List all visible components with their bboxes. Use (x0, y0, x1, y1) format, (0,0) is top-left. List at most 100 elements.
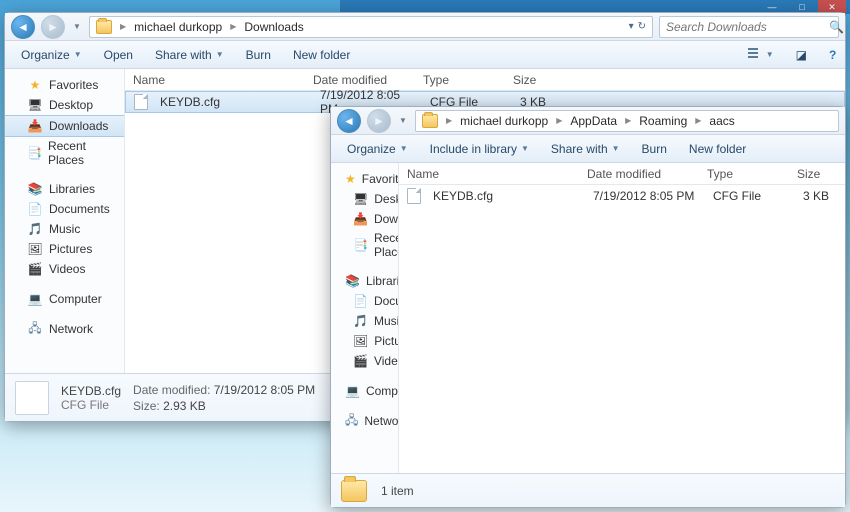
new-folder-button[interactable]: New folder (283, 44, 360, 66)
col-type[interactable]: Type (699, 163, 789, 184)
back-button[interactable]: ◄ (11, 15, 35, 39)
nav-desktop[interactable]: 🖥Desktop (5, 95, 124, 115)
music-icon: 🎵 (27, 221, 43, 237)
col-type[interactable]: Type (415, 69, 505, 90)
chevron-right-icon[interactable]: ▶ (693, 116, 703, 125)
nav-libraries[interactable]: 📚Libraries (331, 271, 398, 291)
pictures-icon: 🖼 (27, 241, 43, 257)
file-row[interactable]: KEYDB.cfg 7/19/2012 8:05 PM CFG File 3 K… (399, 185, 845, 207)
breadcrumb-segment[interactable]: michael durkopp (134, 20, 222, 34)
chevron-right-icon[interactable]: ▶ (444, 116, 454, 125)
pictures-icon: 🖼 (353, 333, 368, 349)
recent-icon: 📑 (353, 237, 368, 253)
new-folder-button[interactable]: New folder (679, 138, 756, 160)
refresh-icon[interactable]: ↻ (638, 21, 646, 32)
file-type: CFG File (705, 189, 795, 203)
nav-network[interactable]: 🖧Network (331, 411, 398, 431)
address-bar[interactable]: ▶ michael durkopp ▶ Downloads ▾ ↻ (89, 16, 653, 38)
computer-icon: 💻 (27, 291, 43, 307)
toolbar: Organize▼ Include in library▼ Share with… (331, 135, 845, 163)
col-date[interactable]: Date modified (579, 163, 699, 184)
preview-pane-button[interactable]: ◪ (786, 44, 817, 66)
burn-button[interactable]: Burn (632, 138, 677, 160)
nav-libraries[interactable]: 📚Libraries (5, 179, 124, 199)
nav-documents[interactable]: 📄Documents (331, 291, 398, 311)
nav-computer[interactable]: 💻Computer (5, 289, 124, 309)
file-date: 7/19/2012 8:05 PM (585, 189, 705, 203)
nav-videos[interactable]: 🎬Videos (331, 351, 398, 371)
forward-button[interactable]: ► (41, 15, 65, 39)
nav-music[interactable]: 🎵Music (331, 311, 398, 331)
nav-downloads[interactable]: 📥Downloads (5, 115, 124, 137)
history-dropdown-icon[interactable]: ▼ (397, 116, 409, 125)
column-headers[interactable]: Name Date modified Type Size (125, 69, 845, 91)
nav-desktop[interactable]: 🖥Desktop (331, 189, 398, 209)
share-with-button[interactable]: Share with▼ (145, 44, 234, 66)
details-type: CFG File (61, 398, 121, 412)
history-dropdown-icon[interactable]: ▼ (71, 22, 83, 31)
navigation-pane: ★Favorites 🖥Desktop 📥Downloads 📑Recent P… (5, 69, 125, 373)
organize-button[interactable]: Organize▼ (337, 138, 418, 160)
videos-icon: 🎬 (27, 261, 43, 277)
search-input[interactable] (666, 20, 823, 34)
breadcrumb-segment[interactable]: Downloads (244, 20, 303, 34)
breadcrumb-segment[interactable]: Roaming (639, 114, 687, 128)
address-bar[interactable]: ▶ michael durkopp ▶ AppData ▶ Roaming ▶ … (415, 110, 839, 132)
nav-videos[interactable]: 🎬Videos (5, 259, 124, 279)
nav-pictures[interactable]: 🖼Pictures (331, 331, 398, 351)
downloads-icon: 📥 (27, 118, 43, 134)
col-name[interactable]: Name (399, 163, 579, 184)
videos-icon: 🎬 (353, 353, 368, 369)
include-in-library-button[interactable]: Include in library▼ (420, 138, 539, 160)
documents-icon: 📄 (353, 293, 368, 309)
recent-icon: 📑 (27, 145, 42, 161)
burn-button[interactable]: Burn (236, 44, 281, 66)
organize-button[interactable]: Organize▼ (11, 44, 92, 66)
nav-computer[interactable]: 💻Computer (331, 381, 398, 401)
col-size[interactable]: Size (789, 163, 839, 184)
downloads-icon: 📥 (353, 211, 368, 227)
col-name[interactable]: Name (125, 69, 305, 90)
nav-network[interactable]: 🖧Network (5, 319, 124, 339)
col-size[interactable]: Size (505, 69, 565, 90)
view-options-button[interactable]: ▼ (734, 44, 784, 66)
breadcrumb-segment[interactable]: michael durkopp (460, 114, 548, 128)
toolbar: Organize▼ Open Share with▼ Burn New fold… (5, 41, 845, 69)
column-headers[interactable]: Name Date modified Type Size (399, 163, 845, 185)
breadcrumb-segment[interactable]: aacs (709, 114, 734, 128)
chevron-right-icon[interactable]: ▶ (623, 116, 633, 125)
file-name: KEYDB.cfg (425, 189, 585, 203)
help-button[interactable]: ? (819, 44, 839, 66)
chevron-right-icon[interactable]: ▶ (554, 116, 564, 125)
nav-recent-places[interactable]: 📑Recent Places (331, 229, 398, 261)
documents-icon: 📄 (27, 201, 43, 217)
network-icon: 🖧 (27, 321, 43, 337)
chevron-right-icon[interactable]: ▶ (228, 22, 238, 31)
address-bar-row: ◄ ► ▼ ▶ michael durkopp ▶ AppData ▶ Roam… (331, 107, 845, 135)
nav-documents[interactable]: 📄Documents (5, 199, 124, 219)
dropdown-icon[interactable]: ▾ (629, 21, 634, 32)
nav-pictures[interactable]: 🖼Pictures (5, 239, 124, 259)
nav-favorites[interactable]: ★Favorites (331, 169, 398, 189)
desktop-icon: 🖥 (27, 97, 43, 113)
nav-favorites[interactable]: ★Favorites (5, 75, 124, 95)
forward-button[interactable]: ► (367, 109, 391, 133)
share-with-button[interactable]: Share with▼ (541, 138, 630, 160)
folder-icon (341, 480, 367, 502)
breadcrumb-segment[interactable]: AppData (570, 114, 617, 128)
search-box[interactable]: 🔍 (659, 16, 839, 38)
music-icon: 🎵 (353, 313, 368, 329)
col-date[interactable]: Date modified (305, 69, 415, 90)
address-bar-row: ◄ ► ▼ ▶ michael durkopp ▶ Downloads ▾ ↻ … (5, 13, 845, 41)
folder-icon (422, 114, 438, 128)
nav-recent-places[interactable]: 📑Recent Places (5, 137, 124, 169)
open-button[interactable]: Open (94, 44, 143, 66)
file-name: KEYDB.cfg (152, 95, 312, 109)
chevron-right-icon[interactable]: ▶ (118, 22, 128, 31)
libraries-icon: 📚 (27, 181, 43, 197)
nav-music[interactable]: 🎵Music (5, 219, 124, 239)
explorer-window-aacs: ◄ ► ▼ ▶ michael durkopp ▶ AppData ▶ Roam… (330, 106, 846, 508)
nav-downloads[interactable]: 📥Downloads (331, 209, 398, 229)
back-button[interactable]: ◄ (337, 109, 361, 133)
file-icon (134, 94, 148, 110)
